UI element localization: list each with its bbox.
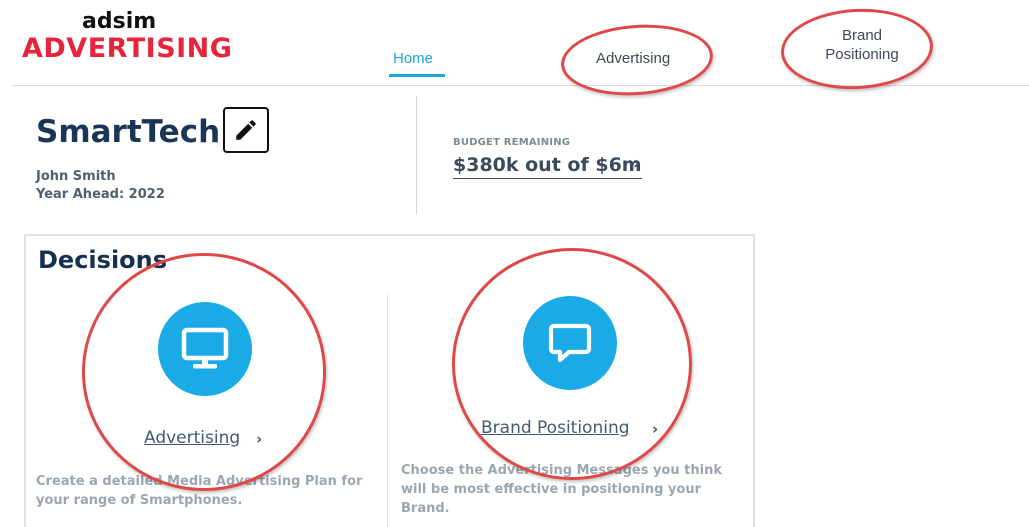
brand-positioning-card-icon-button[interactable] [523,296,617,390]
decisions-divider [387,293,388,527]
header-vertical-divider [416,96,417,214]
edit-company-button[interactable] [223,107,269,153]
nav-brand-positioning-tab[interactable]: Brand Positioning [812,26,912,64]
company-name: SmartTech [36,114,221,150]
nav-brand-line2: Positioning [825,46,899,63]
brand-desc-line3: Brand. [401,501,450,516]
app-logo[interactable]: adsim ADVERTISING [22,10,232,64]
header-divider [12,85,1029,86]
user-info: John Smith Year Ahead: 2022 [36,168,165,204]
brand-positioning-card-link[interactable]: Brand Positioning [481,418,630,438]
logo-top-text: adsim [82,9,157,34]
advertising-card-description: Create a detailed Media Advertising Plan… [36,472,362,510]
nav-home-tab[interactable]: Home [393,49,433,68]
brand-desc-line2: will be most effective in positioning yo… [401,482,702,497]
nav-advertising-tab[interactable]: Advertising [596,49,670,68]
advertising-desc-line1: Create a detailed Media Advertising Plan… [36,474,363,489]
advertising-card-link[interactable]: Advertising [144,428,240,448]
advertising-card-icon-button[interactable] [158,302,252,396]
monitor-icon [181,327,229,369]
decisions-title: Decisions [38,246,168,274]
nav-active-indicator [389,74,445,77]
advertising-desc-line2: your range of Smartphones. [36,493,243,508]
brand-positioning-chevron-icon[interactable]: › [652,420,658,438]
advertising-chevron-icon[interactable]: › [256,430,262,448]
nav-brand-line1: Brand [841,27,883,44]
chat-bubble-icon [548,323,592,363]
brand-positioning-card-description: Choose the Advertising Messages you thin… [401,461,722,518]
logo-bottom-text: ADVERTISING [22,33,233,64]
user-name: John Smith [36,169,116,184]
pencil-icon [236,120,256,140]
budget-label: BUDGET REMAINING [453,137,571,148]
budget-link[interactable]: $380k out of $6m [453,152,642,179]
brand-desc-line1: Choose the Advertising Messages you thin… [401,463,722,478]
budget-chevron-icon[interactable]: › [633,153,640,174]
year-ahead: Year Ahead: 2022 [36,187,165,202]
